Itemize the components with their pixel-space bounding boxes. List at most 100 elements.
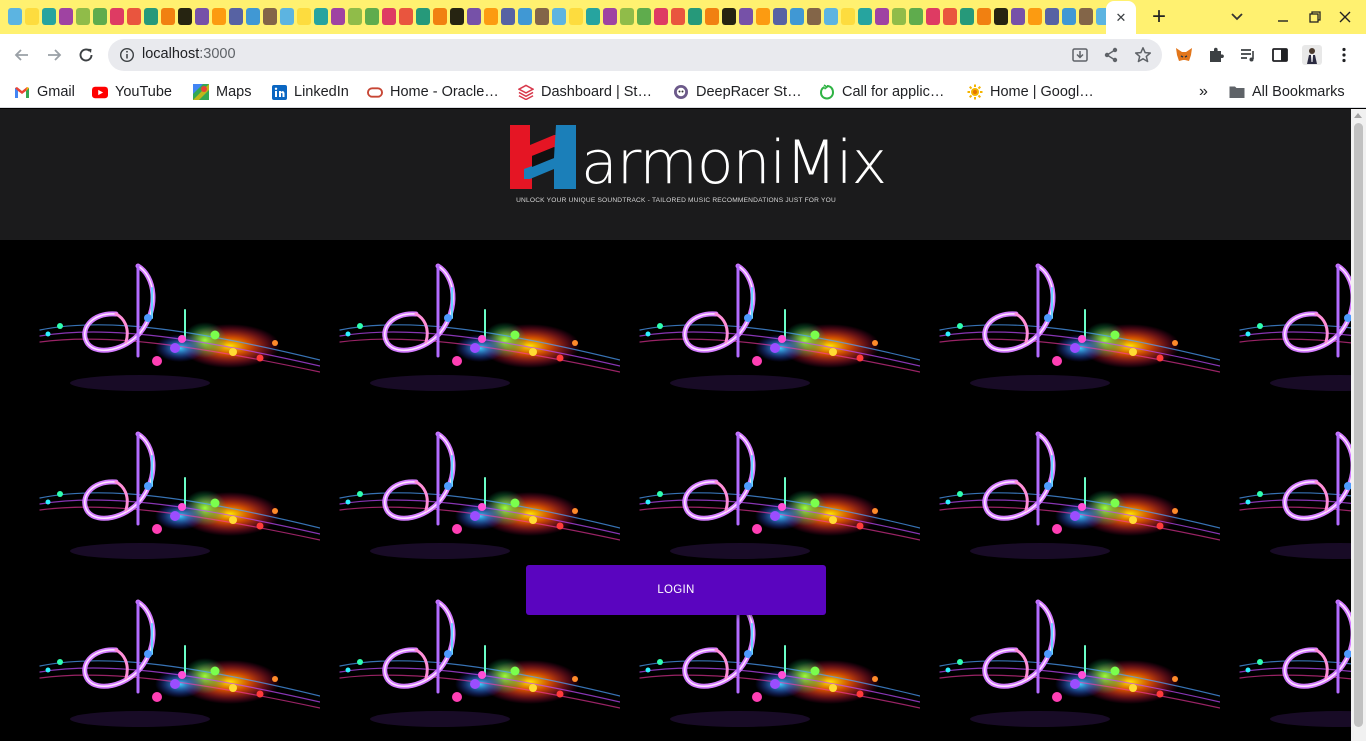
pinned-tab-favicon[interactable] (756, 8, 770, 25)
pinned-tab-favicon[interactable] (365, 8, 379, 25)
pinned-tab-favicon[interactable] (195, 8, 209, 25)
pinned-tab-favicon[interactable] (416, 8, 430, 25)
pinned-tab-favicon[interactable] (42, 8, 56, 25)
pinned-tab-favicon[interactable] (705, 8, 719, 25)
pinned-tab-favicon[interactable] (858, 8, 872, 25)
pinned-tab-favicon[interactable] (722, 8, 736, 25)
pinned-tab-favicon[interactable] (841, 8, 855, 25)
pinned-tab-favicon[interactable] (25, 8, 39, 25)
bookmark-oracle[interactable]: Home - Oracle… (367, 81, 499, 103)
pinned-tab-favicon[interactable] (314, 8, 328, 25)
pinned-tab-favicon[interactable] (501, 8, 515, 25)
pinned-tab-favicon[interactable] (127, 8, 141, 25)
pinned-tab-favicon[interactable] (348, 8, 362, 25)
pinned-tab-favicon[interactable] (433, 8, 447, 25)
pinned-tab-favicon[interactable] (688, 8, 702, 25)
pinned-tab-favicon[interactable] (8, 8, 22, 25)
scroll-up-arrow-icon[interactable] (1354, 113, 1362, 118)
bookmark-linkedin[interactable]: LinkedIn (271, 81, 349, 103)
close-tab-icon[interactable]: ✕ (1116, 10, 1127, 26)
pinned-tab-favicon[interactable] (637, 8, 651, 25)
metamask-extension-button[interactable] (1173, 44, 1195, 66)
pinned-tab-favicon[interactable] (569, 8, 583, 25)
bookmark-dashboard[interactable]: Dashboard | St… (518, 81, 652, 103)
pinned-tab-favicon[interactable] (1045, 8, 1059, 25)
browser-menu-button[interactable] (1333, 44, 1355, 66)
pinned-tab-favicon[interactable] (161, 8, 175, 25)
pinned-tab-favicon[interactable] (773, 8, 787, 25)
pinned-tab-favicon[interactable] (110, 8, 124, 25)
pinned-tab-favicon[interactable] (76, 8, 90, 25)
pinned-tab-favicon[interactable] (1011, 8, 1025, 25)
pinned-tab-favicon[interactable] (331, 8, 345, 25)
bookmark-google[interactable]: Home | Googl… (967, 81, 1094, 103)
pinned-tab-favicon[interactable] (739, 8, 753, 25)
pinned-tab-favicon[interactable] (875, 8, 889, 25)
address-bar[interactable]: localhost:3000 (108, 39, 1162, 71)
bookmark-deepracer[interactable]: DeepRacer St… (673, 81, 802, 103)
pinned-tab-favicon[interactable] (229, 8, 243, 25)
minimize-window-button[interactable] (1274, 0, 1292, 34)
pinned-tab-favicon[interactable] (518, 8, 532, 25)
page-scrollbar[interactable] (1351, 109, 1366, 741)
pinned-tab-favicon[interactable] (790, 8, 804, 25)
pinned-tab-favicon[interactable] (552, 8, 566, 25)
pinned-tab-favicon[interactable] (892, 8, 906, 25)
pinned-tab-favicon[interactable] (994, 8, 1008, 25)
share-button[interactable] (1101, 45, 1121, 65)
pinned-tab-favicon[interactable] (603, 8, 617, 25)
pinned-tab-favicon[interactable] (467, 8, 481, 25)
pinned-tab-favicon[interactable] (1062, 8, 1076, 25)
close-window-button[interactable] (1336, 0, 1354, 34)
pinned-tab-favicon[interactable] (960, 8, 974, 25)
pinned-tab-favicon[interactable] (654, 8, 668, 25)
pinned-tab-favicon[interactable] (450, 8, 464, 25)
pinned-tab-favicon[interactable] (620, 8, 634, 25)
back-button[interactable] (7, 40, 37, 70)
pinned-tab-favicon[interactable] (1028, 8, 1042, 25)
pinned-tab-favicon[interactable] (671, 8, 685, 25)
pinned-tab-favicon[interactable] (807, 8, 821, 25)
bookmark-youtube[interactable]: YouTube (92, 81, 172, 103)
pinned-tab-favicon[interactable] (297, 8, 311, 25)
side-panel-button[interactable] (1269, 44, 1291, 66)
all-bookmarks-button[interactable]: All Bookmarks (1229, 81, 1345, 103)
login-button[interactable]: LOGIN (526, 565, 826, 615)
pinned-tab-favicon[interactable] (382, 8, 396, 25)
profile-avatar[interactable] (1301, 44, 1323, 66)
pinned-tab-favicon[interactable] (93, 8, 107, 25)
active-tab[interactable]: ✕ (1106, 1, 1136, 34)
bookmark-call-for-applications[interactable]: Call for applic… (819, 81, 944, 103)
pinned-tab-favicon[interactable] (212, 8, 226, 25)
install-app-button[interactable] (1070, 45, 1090, 65)
bookmark-gmail[interactable]: Gmail (14, 81, 75, 103)
pinned-tab-favicon[interactable] (1096, 8, 1106, 25)
pinned-tab-favicon[interactable] (246, 8, 260, 25)
reading-list-button[interactable] (1237, 44, 1259, 66)
extensions-button[interactable] (1205, 44, 1227, 66)
tab-search-button[interactable] (1226, 0, 1248, 34)
pinned-tab-favicon[interactable] (280, 8, 294, 25)
pinned-tab-favicon[interactable] (144, 8, 158, 25)
pinned-tab-favicon[interactable] (824, 8, 838, 25)
bookmark-star-button[interactable] (1133, 45, 1153, 65)
pinned-tab-favicon[interactable] (943, 8, 957, 25)
forward-button[interactable] (39, 40, 69, 70)
bookmark-maps[interactable]: Maps (193, 81, 251, 103)
pinned-tab-favicon[interactable] (926, 8, 940, 25)
pinned-tab-favicon[interactable] (263, 8, 277, 25)
pinned-tab-favicon[interactable] (586, 8, 600, 25)
pinned-tab-favicon[interactable] (484, 8, 498, 25)
reload-button[interactable] (71, 40, 101, 70)
site-info-icon[interactable] (119, 47, 135, 63)
new-tab-button[interactable]: + (1146, 0, 1172, 34)
pinned-tab-favicon[interactable] (59, 8, 73, 25)
pinned-tab-favicon[interactable] (535, 8, 549, 25)
scroll-thumb[interactable] (1354, 123, 1363, 727)
maximize-window-button[interactable] (1306, 0, 1324, 34)
pinned-tab-favicon[interactable] (909, 8, 923, 25)
pinned-tab-favicon[interactable] (399, 8, 413, 25)
pinned-tab-favicon[interactable] (178, 8, 192, 25)
bookmarks-overflow-button[interactable]: » (1199, 81, 1208, 103)
pinned-tab-favicon[interactable] (1079, 8, 1093, 25)
